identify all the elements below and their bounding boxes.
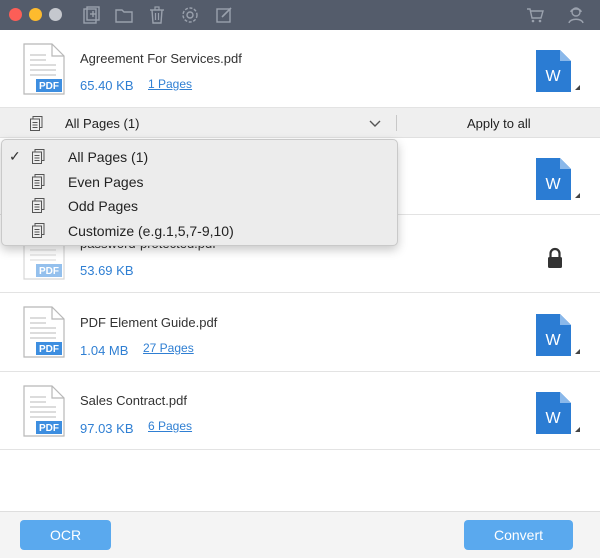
pdf-badge-label: PDF <box>39 423 59 434</box>
file-name: Agreement For Services.pdf <box>80 51 242 66</box>
file-row[interactable]: PDF Agreement For Services.pdf 65.40 KB … <box>0 30 600 108</box>
file-size: 53.69 KB <box>80 263 134 278</box>
word-badge-label: W <box>545 176 561 193</box>
checkmark-icon: ✓ <box>9 148 21 164</box>
divider <box>396 115 397 131</box>
add-file-icon[interactable] <box>81 5 101 25</box>
word-output-icon[interactable]: W <box>533 390 581 436</box>
page-count-link[interactable]: 27 Pages <box>143 341 194 355</box>
file-row[interactable]: PDF Sales Contract.pdf 97.03 KB 6 Pages … <box>0 372 600 450</box>
document-icon <box>32 223 45 238</box>
file-size: 1.04 MB <box>80 343 129 358</box>
lock-icon <box>546 247 564 269</box>
page-range-select[interactable]: All Pages (1) <box>65 116 139 131</box>
word-badge-label: W <box>545 410 561 427</box>
pdf-badge-label: PDF <box>39 266 59 277</box>
trash-icon[interactable] <box>147 5 167 25</box>
apply-to-all-button[interactable]: Apply to all <box>467 116 531 131</box>
word-output-icon[interactable]: W <box>533 48 581 94</box>
pdf-badge-label: PDF <box>39 344 59 355</box>
dropdown-item-label: Odd Pages <box>68 198 139 214</box>
cart-icon[interactable] <box>525 5 545 25</box>
edit-icon[interactable] <box>214 5 234 25</box>
pdf-file-icon: PDF <box>22 385 66 437</box>
pdf-file-icon: PDF <box>22 306 66 358</box>
page-count-link[interactable]: 1 Pages <box>148 77 192 91</box>
folder-icon[interactable] <box>114 5 134 25</box>
account-icon[interactable] <box>566 5 586 25</box>
close-window-button[interactable] <box>9 8 22 21</box>
page-range-dropdown: ✓ All Pages (1) Even Pages Odd Pages Cus… <box>1 139 398 246</box>
document-icon <box>32 174 45 189</box>
bottom-bar: OCR Convert <box>0 511 600 558</box>
file-size: 97.03 KB <box>80 421 134 436</box>
chevron-down-icon[interactable] <box>368 117 382 129</box>
dropdown-item-all-pages[interactable]: ✓ All Pages (1) <box>2 145 397 169</box>
page-range-bar: All Pages (1) Apply to all <box>0 108 600 138</box>
dropdown-item-label: Even Pages <box>68 174 144 190</box>
dropdown-item-odd-pages[interactable]: Odd Pages <box>2 194 397 218</box>
word-badge-label: W <box>545 68 561 85</box>
file-size: 65.40 KB <box>80 78 134 93</box>
dropdown-item-label: All Pages (1) <box>68 149 149 165</box>
zoom-window-button[interactable] <box>49 8 62 21</box>
document-icon <box>32 198 45 213</box>
file-row[interactable]: PDF PDF Element Guide.pdf 1.04 MB 27 Pag… <box>0 293 600 372</box>
page-count-link[interactable]: 6 Pages <box>148 419 192 433</box>
word-output-icon[interactable]: W <box>533 156 581 202</box>
dropdown-item-label: Customize (e.g.1,5,7-9,10) <box>68 223 234 239</box>
document-icon <box>32 149 45 164</box>
file-name: Sales Contract.pdf <box>80 393 187 408</box>
pdf-file-icon: PDF <box>22 43 66 95</box>
ocr-button[interactable]: OCR <box>20 520 111 550</box>
file-name: PDF Element Guide.pdf <box>80 315 218 330</box>
pdf-badge-label: PDF <box>39 81 59 92</box>
word-badge-label: W <box>545 332 561 349</box>
word-output-icon[interactable]: W <box>533 312 581 358</box>
minimize-window-button[interactable] <box>29 8 42 21</box>
settings-icon[interactable] <box>180 5 200 25</box>
document-icon <box>30 116 43 131</box>
dropdown-item-customize[interactable]: Customize (e.g.1,5,7-9,10) <box>2 219 397 243</box>
dropdown-item-even-pages[interactable]: Even Pages <box>2 170 397 194</box>
convert-button[interactable]: Convert <box>464 520 573 550</box>
title-bar <box>0 0 600 30</box>
